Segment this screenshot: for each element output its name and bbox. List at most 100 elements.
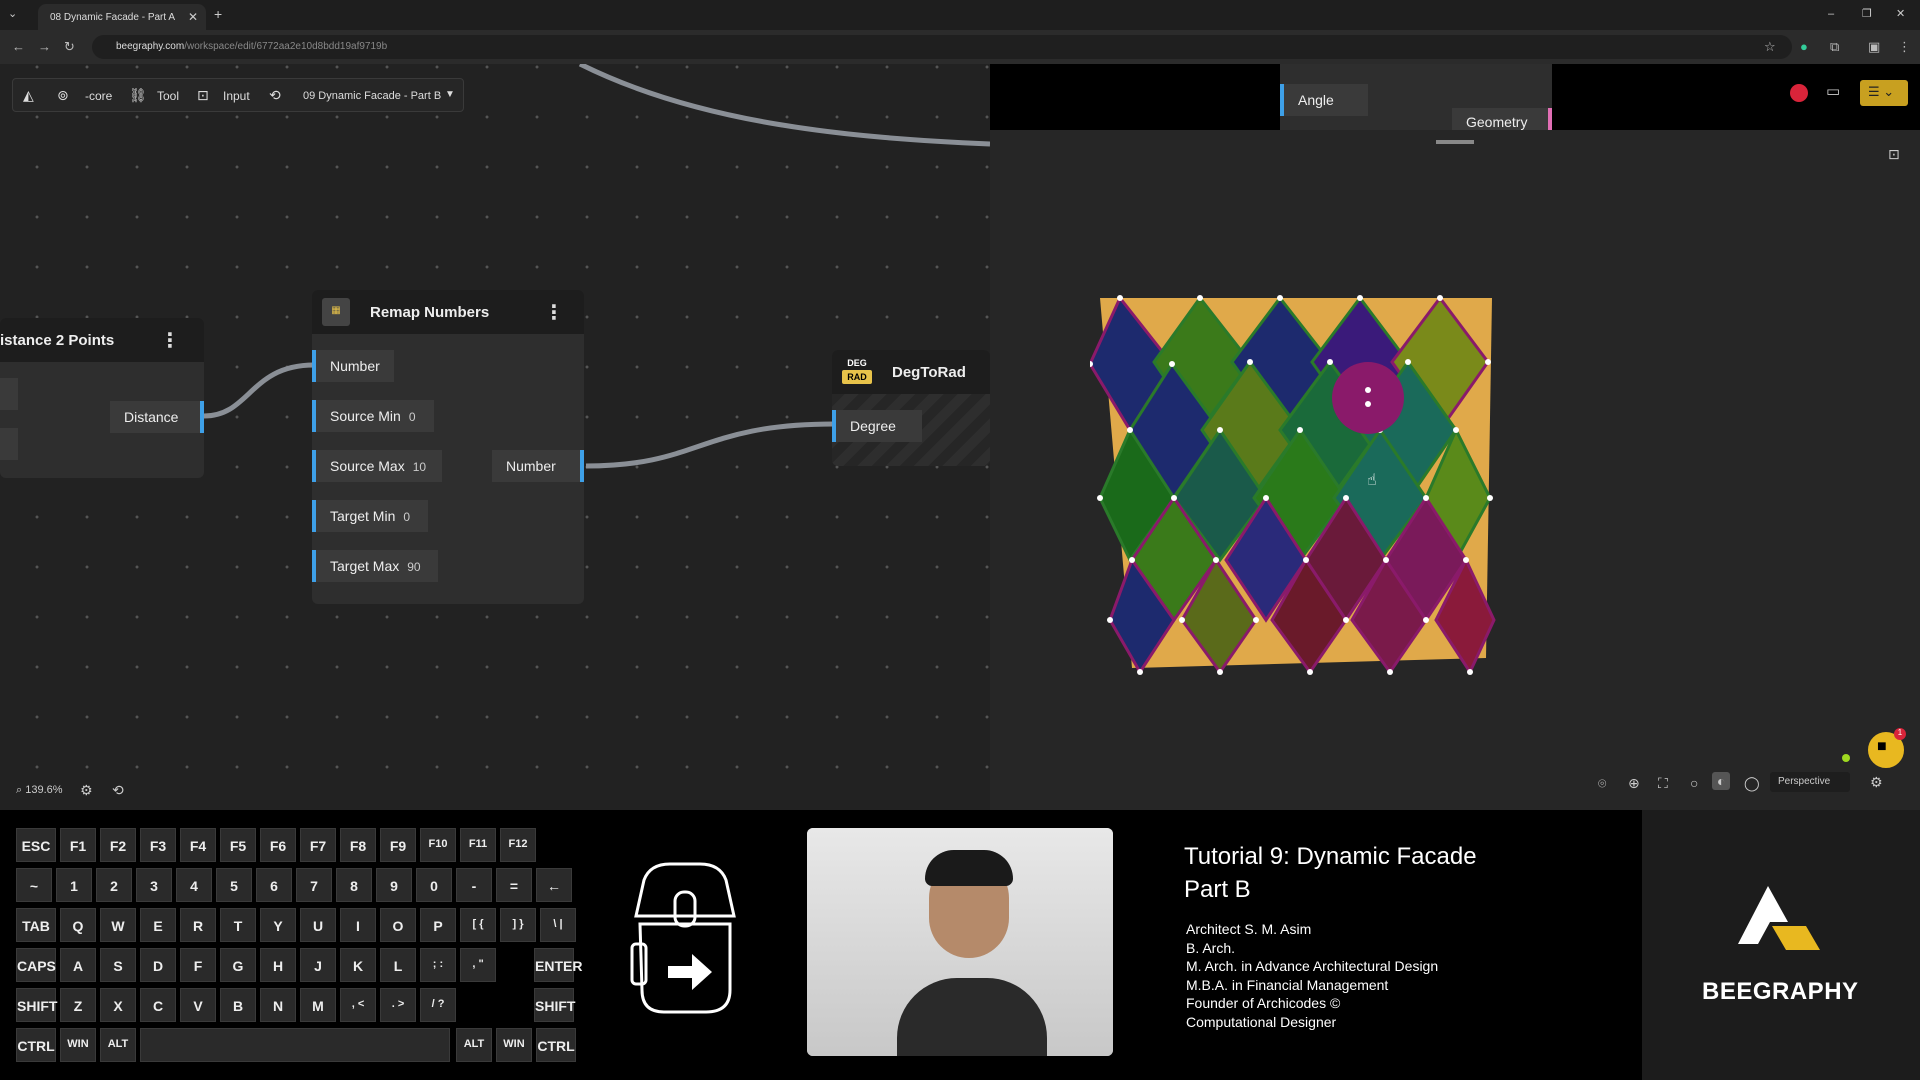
camera-icon[interactable]: ⌾ <box>1598 775 1606 792</box>
browser-menu-icon[interactable]: ⋮ <box>1898 39 1911 55</box>
output-port-number[interactable]: Number <box>492 450 584 482</box>
url-field[interactable]: beegraphy.com/workspace/edit/6772aa2e10d… <box>92 35 1792 59</box>
key: B <box>220 988 256 1022</box>
key: E <box>140 908 176 942</box>
node-deg-to-rad[interactable]: DEG RAD DegToRad Degree <box>832 350 990 466</box>
close-window-button[interactable]: ✕ <box>1896 7 1905 20</box>
key: ESC <box>16 828 56 862</box>
viewport-settings-icon[interactable]: ⚙ <box>1870 774 1883 791</box>
input-port-target-min[interactable]: Target Min 0 <box>312 500 428 532</box>
key: V <box>180 988 216 1022</box>
project-selector[interactable]: 09 Dynamic Facade - Part B <box>303 90 441 102</box>
tab-search-icon[interactable]: ⌄ <box>8 7 17 20</box>
output-port-distance[interactable]: Distance <box>110 401 204 433</box>
zoom-level[interactable]: ⌕ 139.6% <box>16 784 63 797</box>
notification-badge: 1 <box>1894 728 1906 740</box>
node-remap-numbers[interactable]: ▦ Remap Numbers ⋮ Number Source Min 0 Sou… <box>312 290 584 604</box>
node-distance-2-points[interactable]: istance 2 Points ⋮ Distance <box>0 318 204 478</box>
key: U <box>300 908 336 942</box>
new-tab-button[interactable]: + <box>214 6 222 22</box>
bookmark-star-icon[interactable]: ☆ <box>1764 39 1776 55</box>
canvas-reset-icon[interactable]: ⟲ <box>112 782 124 799</box>
address-bar-row: ← → ↻ beegraphy.com/workspace/edit/6772a… <box>0 30 1920 64</box>
attractor-sphere <box>1332 362 1404 434</box>
brand-name: BEEGRAPHY <box>1702 978 1859 1005</box>
screenshot-toggle-icon[interactable]: ⊡ <box>1888 146 1900 163</box>
profile-icon[interactable]: ▣ <box>1868 39 1880 55</box>
node-header: istance 2 Points ⋮ <box>0 318 204 362</box>
settings-panel-button[interactable]: ☰ ⌄ <box>1860 80 1908 106</box>
node-title: istance 2 Points <box>0 332 115 349</box>
key: CAPS <box>16 948 56 982</box>
input-port-angle[interactable]: Angle <box>1280 84 1368 116</box>
key: ENTER <box>534 948 582 982</box>
user-avatar-icon[interactable] <box>1790 84 1808 102</box>
shaded-mode-icon[interactable]: ◐ <box>1712 772 1731 790</box>
extensions-puzzle-icon[interactable]: ⧉ <box>1830 39 1839 55</box>
spacebar-key <box>140 1028 450 1062</box>
core-menu[interactable]: -core <box>85 89 112 103</box>
extension-icon[interactable]: ● <box>1800 39 1808 54</box>
node-header: DEG RAD DegToRad <box>832 350 990 394</box>
tool-icon[interactable]: ⛓ <box>129 87 147 104</box>
mouse-icon <box>630 862 736 1014</box>
input-port-stub[interactable] <box>0 428 18 460</box>
fullscreen-icon[interactable]: ⛶ <box>1658 775 1668 792</box>
comment-icon[interactable]: ▭ <box>1826 82 1840 100</box>
viewport-3d[interactable]: ⊡ ☝ ■ 1 ⌾ ⊕ ⛶ ○ ◐ ◯ Perspective ⚙ <box>990 130 1920 810</box>
input-menu[interactable]: Input <box>223 89 250 103</box>
key: ← <box>536 868 572 902</box>
back-icon[interactable]: ← <box>12 39 25 54</box>
remap-numbers-icon: ▦ <box>322 298 350 326</box>
node-menu-icon[interactable]: ⋮ <box>160 328 180 353</box>
tab-title: 08 Dynamic Facade - Part A <box>50 12 176 23</box>
tutorial-info: Tutorial 9: Dynamic Facade Part B Archit… <box>1184 840 1477 1031</box>
cursor-hand-icon: ☝ <box>1367 472 1377 489</box>
input-port-target-max[interactable]: Target Max 90 <box>312 550 438 582</box>
orbit-icon[interactable]: ⊕ <box>1628 775 1640 792</box>
minimize-button[interactable]: – <box>1828 8 1834 20</box>
logo-icon[interactable]: ◭ <box>23 87 34 104</box>
tool-menu[interactable]: Tool <box>157 89 179 103</box>
rendered-mode-icon[interactable]: ◯ <box>1744 775 1760 792</box>
core-icon[interactable]: ⊚ <box>57 87 69 104</box>
key: 6 <box>256 868 292 902</box>
wire-top <box>578 64 990 147</box>
credit-line: Computational Designer <box>1186 1013 1337 1030</box>
key: I <box>340 908 376 942</box>
viewport-resize-handle[interactable] <box>1436 140 1474 144</box>
project-icon[interactable]: ⟲ <box>269 87 281 104</box>
url-domain: beegraphy.com <box>116 41 185 52</box>
output-port-geometry[interactable]: Geometry <box>1452 108 1552 132</box>
node-title: DegToRad <box>892 364 966 381</box>
canvas-settings-icon[interactable]: ⚙ <box>80 782 93 799</box>
chevron-down-icon[interactable]: ▼ <box>445 89 455 100</box>
maximize-button[interactable]: ❐ <box>1862 7 1872 20</box>
key: C <box>140 988 176 1022</box>
key: F5 <box>220 828 256 862</box>
key: F4 <box>180 828 216 862</box>
tab-close-icon[interactable]: ✕ <box>188 10 198 24</box>
key: ~ <box>16 868 52 902</box>
key: F <box>180 948 216 982</box>
reload-icon[interactable]: ↻ <box>64 39 75 55</box>
input-icon[interactable]: ⊡ <box>197 87 209 104</box>
input-port-source-min[interactable]: Source Min 0 <box>312 400 434 432</box>
key: 2 <box>96 868 132 902</box>
input-port-stub[interactable] <box>0 378 18 410</box>
wireframe-mode-icon[interactable]: ○ <box>1690 775 1698 791</box>
forward-icon[interactable]: → <box>38 39 51 54</box>
key: F6 <box>260 828 296 862</box>
key: 4 <box>176 868 212 902</box>
browser-tab-strip: ⌄ 08 Dynamic Facade - Part A ✕ + – ❐ ✕ <box>0 0 1920 30</box>
input-port-source-max[interactable]: Source Max 10 <box>312 450 442 482</box>
node-menu-icon[interactable]: ⋮ <box>544 300 564 325</box>
key: J <box>300 948 336 982</box>
input-port-degree[interactable]: Degree <box>832 410 922 442</box>
browser-tab[interactable]: 08 Dynamic Facade - Part A ✕ <box>38 4 206 30</box>
deg-rad-icon: DEG RAD <box>842 356 872 388</box>
view-mode-select[interactable]: Perspective <box>1770 772 1850 792</box>
credit-line: Architect S. M. Asim <box>1186 921 1312 937</box>
input-port-number[interactable]: Number <box>312 350 394 382</box>
key: F7 <box>300 828 336 862</box>
